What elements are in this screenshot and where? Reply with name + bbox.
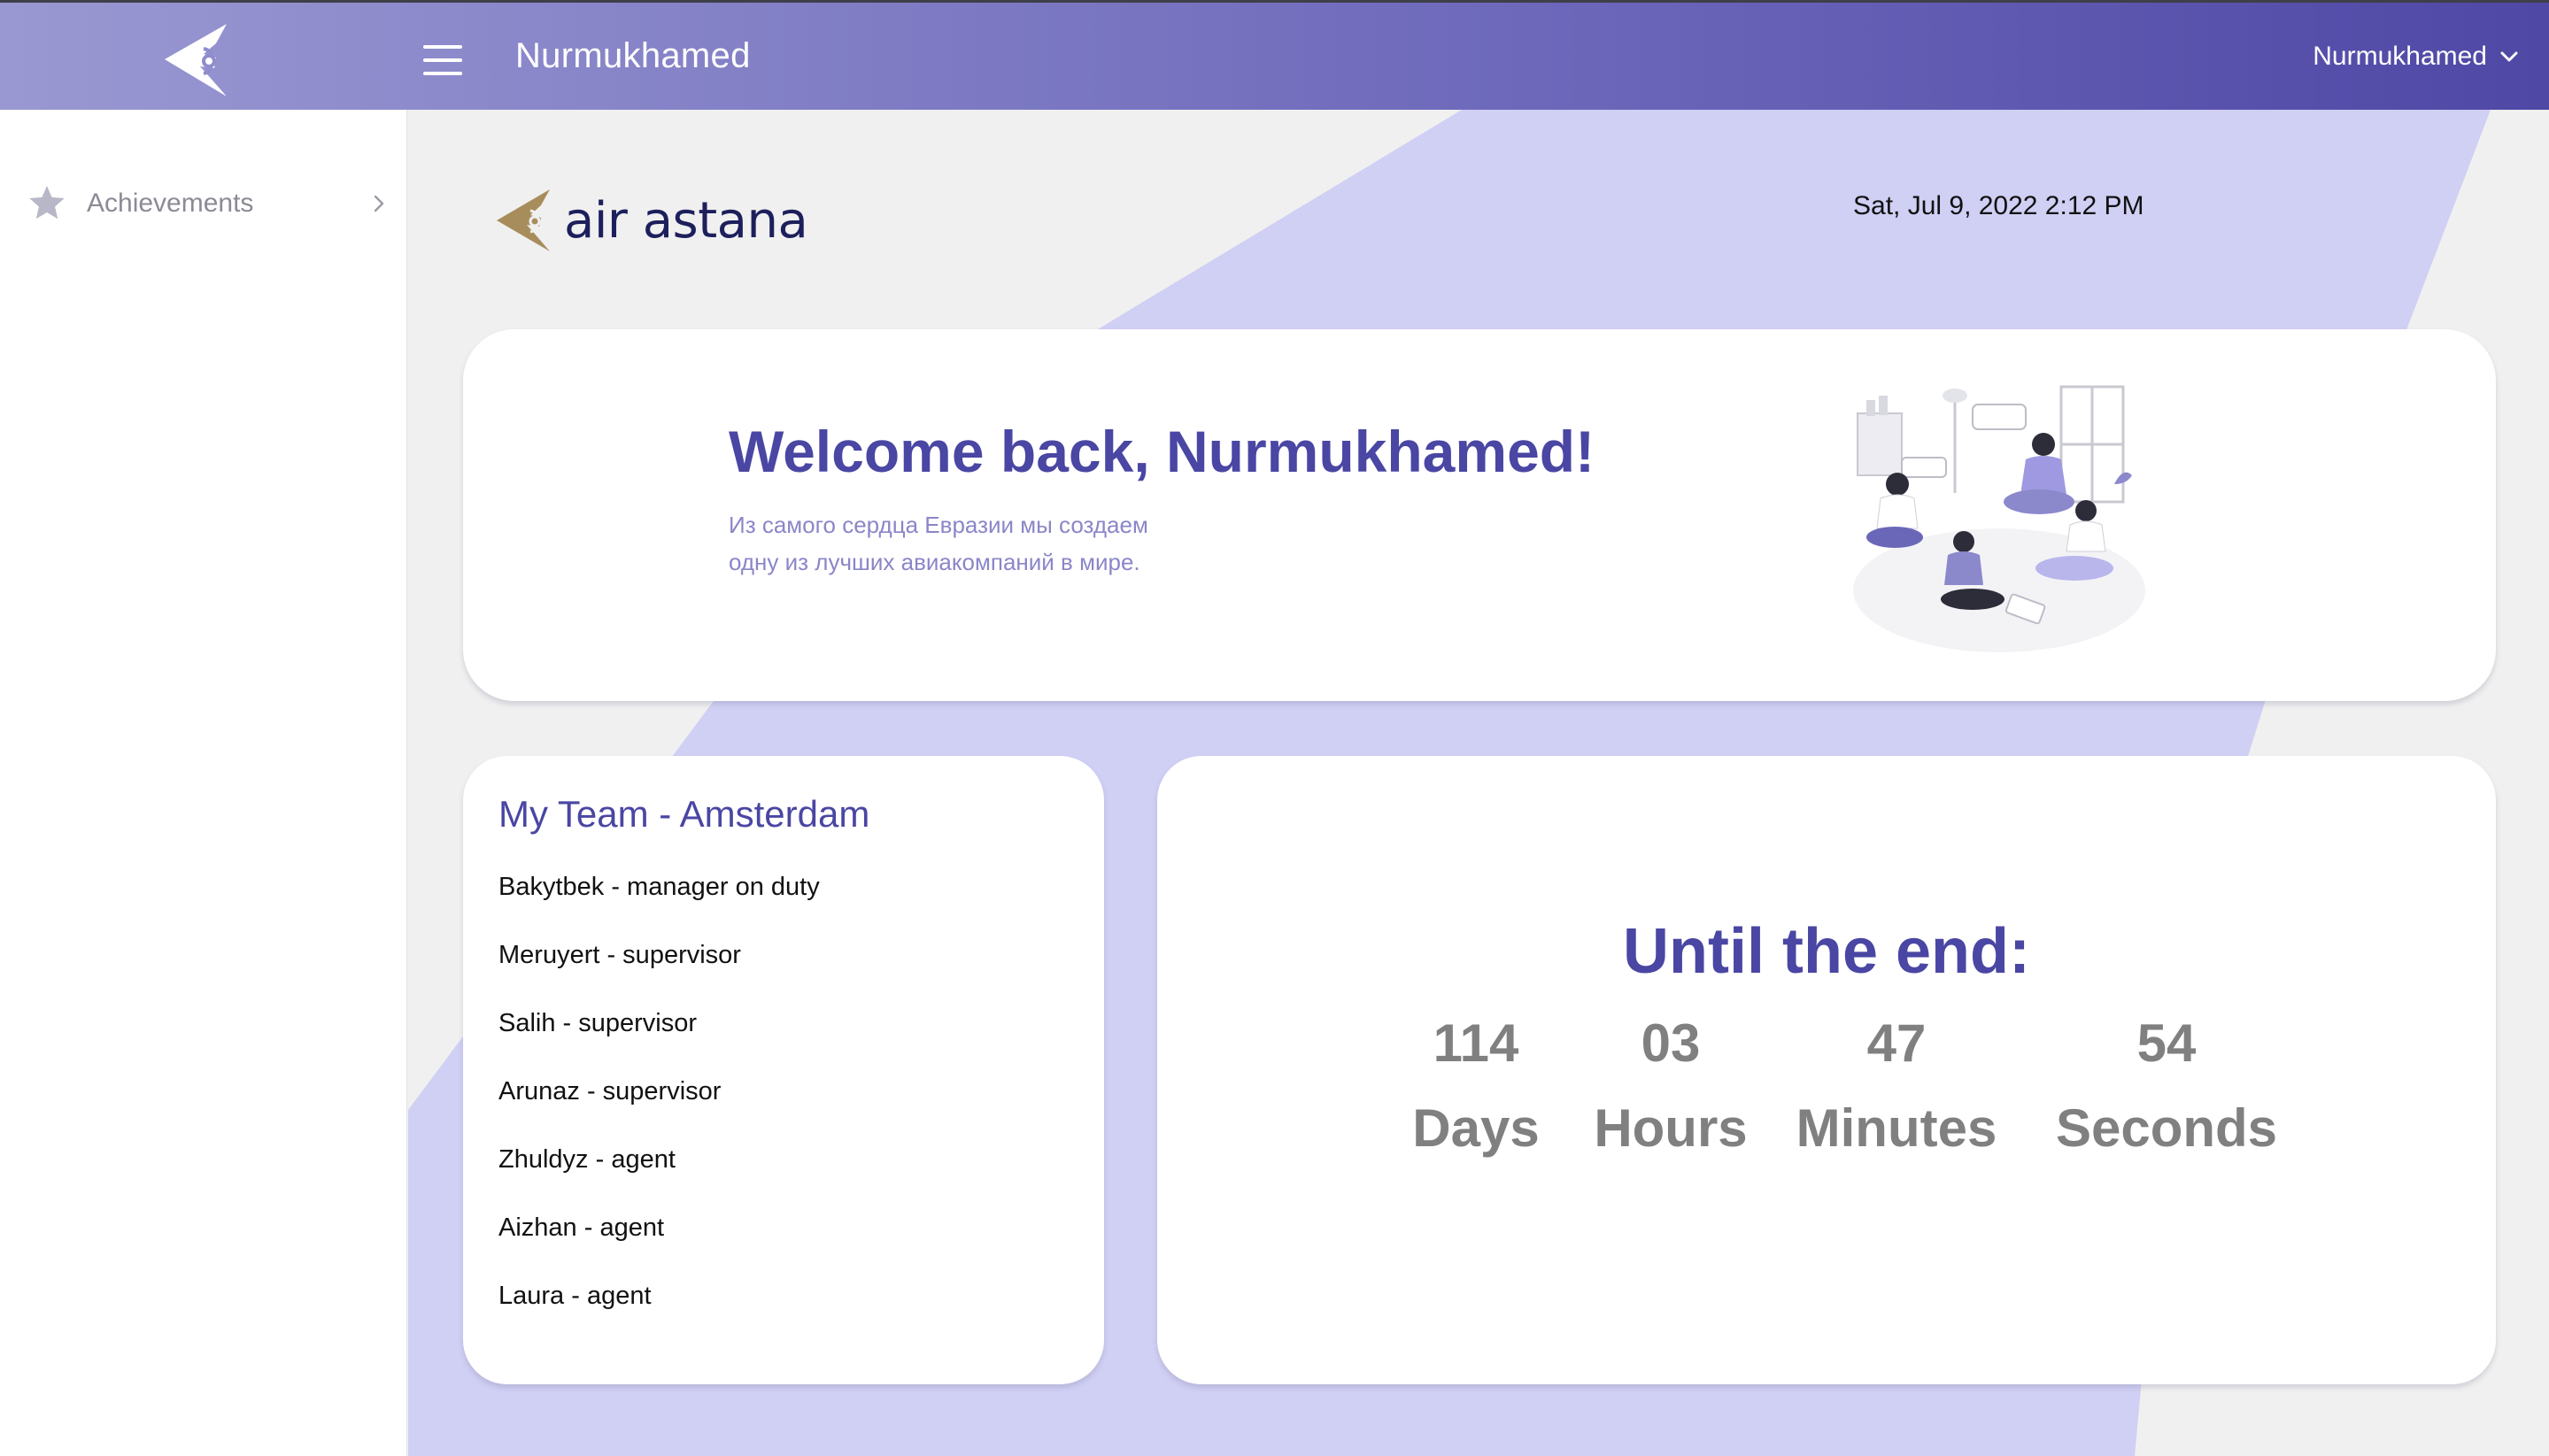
user-name: Nurmukhamed [2313,42,2487,71]
countdown-minutes-label: Minutes [1796,1098,1997,1158]
list-item: Laura - agent [498,1282,652,1310]
welcome-card: Welcome back, Nurmukhamed! Из самого сер… [463,329,2496,701]
logo-text: air astana [564,191,808,250]
team-card: My Team - Amsterdam Bakytbek - manager o… [463,756,1104,1384]
list-item: Aizhan - agent [498,1213,665,1242]
sidebar-item-label: Achievements [87,189,254,218]
countdown-minutes-value: 47 [1866,1013,1927,1073]
welcome-subtitle-line: Из самого сердца Евразии мы создаем [729,512,1148,538]
hamburger-menu-button[interactable] [423,45,462,75]
countdown-days-value: 114 [1433,1013,1519,1073]
chevron-right-icon [374,195,384,212]
countdown-seconds: 54 Seconds [2038,1013,2295,1159]
countdown-hours-label: Hours [1594,1098,1748,1158]
welcome-subtitle: Из самого сердца Евразии мы создаем одну… [729,506,1278,581]
sidebar: Achievements [0,110,407,1456]
top-bar: Nurmukhamed Nurmukhamed [0,0,2549,110]
list-item: Bakytbek - manager on duty [498,873,820,901]
sidebar-item-achievements[interactable]: Achievements [27,177,390,230]
countdown-title: Until the end: [1623,916,2030,987]
countdown-card: Until the end: 114 Days 03 Hours 47 Minu… [1157,756,2496,1384]
countdown-seconds-value: 54 [2136,1013,2197,1073]
team-illustration [1853,385,2145,652]
list-item: Salih - supervisor [498,1009,698,1037]
list-item: Arunaz - supervisor [498,1077,722,1105]
datetime-display: Sat, Jul 9, 2022 2:12 PM [1853,191,2144,220]
countdown-hours: 03 Hours [1582,1013,1759,1159]
countdown-days: 114 Days [1405,1013,1547,1159]
list-item: Zhuldyz - agent [498,1145,676,1174]
welcome-subtitle-line: одну из лучших авиакомпаний в мире. [729,549,1140,575]
user-menu-button[interactable]: Nurmukhamed [2313,42,2519,72]
welcome-title: Welcome back, Nurmukhamed! [729,419,1595,484]
team-title: My Team - Amsterdam [498,793,870,835]
air-astana-icon[interactable] [165,24,228,96]
app-title: Nurmukhamed [515,36,751,75]
star-icon [29,185,65,220]
main-content: air astana Sat, Jul 9, 2022 2:12 PM Welc… [408,110,2549,1456]
air-astana-logo: air astana [497,189,808,251]
team-list: Bakytbek - manager on duty Meruyert - su… [498,869,820,1346]
countdown-minutes: 47 Minutes [1777,1013,2016,1159]
chevron-down-icon [2500,51,2518,62]
countdown-seconds-label: Seconds [2055,1098,2278,1158]
list-item: Meruyert - supervisor [498,941,741,969]
hamburger-icon [423,45,462,49]
air-astana-logo-icon [497,189,550,251]
countdown-days-label: Days [1412,1098,1540,1158]
countdown-hours-value: 03 [1641,1013,1701,1073]
